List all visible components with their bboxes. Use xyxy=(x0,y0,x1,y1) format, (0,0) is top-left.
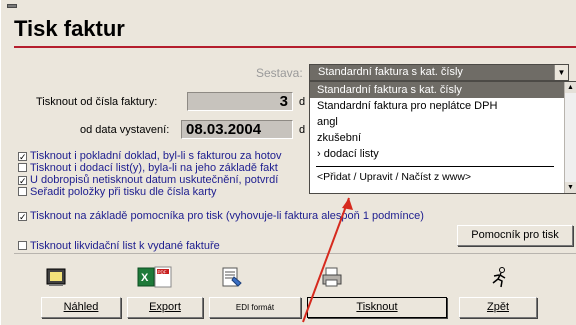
checkbox-icon[interactable] xyxy=(18,187,27,196)
svg-text:PDF: PDF xyxy=(158,270,167,275)
dropdown-separator xyxy=(316,166,554,167)
sestava-selected-value: Standardní faktura s kat. čísly xyxy=(318,66,463,78)
print-helper-button[interactable]: Pomocník pro tisk xyxy=(457,225,573,246)
checkbox-icon[interactable]: ✓ xyxy=(18,212,27,222)
issue-date-label: od data vystavení: xyxy=(80,124,170,136)
checkbox-icon[interactable] xyxy=(18,241,27,250)
exit-runner-icon xyxy=(492,267,506,288)
dropdown-scrollbar[interactable]: ▲ ▼ xyxy=(564,82,576,193)
dropdown-option[interactable]: › dodací listy xyxy=(310,146,564,162)
svg-text:X: X xyxy=(141,272,149,284)
invoice-from-label: Tisknout od čísla faktury: xyxy=(36,96,158,108)
invoice-from-suffix: d xyxy=(299,96,306,108)
title-rule xyxy=(14,46,576,48)
dropdown-option[interactable]: Standardní faktura s kat. čísly xyxy=(310,82,564,98)
checkbox-icon[interactable]: ✓ xyxy=(18,152,27,162)
system-menu-icon[interactable] xyxy=(7,4,17,8)
dropdown-option[interactable]: angl xyxy=(310,114,564,130)
dropdown-arrow-icon[interactable]: ▼ xyxy=(554,65,568,80)
checkbox-delivery-notes[interactable]: Tisknout i dodací list(y), byla-li na je… xyxy=(18,162,278,174)
export-icon: X PDF xyxy=(137,266,172,288)
checkbox-liquidation-sheet[interactable]: Tisknout likvidační list k vydané faktuř… xyxy=(18,240,220,252)
issue-date-suffix: d xyxy=(299,124,306,136)
checkbox-icon[interactable] xyxy=(18,163,27,172)
checkbox-sort-items[interactable]: Seřadit položky při tisku dle čísla kart… xyxy=(18,186,216,198)
preview-icon xyxy=(46,268,66,286)
sestava-select[interactable]: Standardní faktura s kat. čísly ▼ xyxy=(309,64,569,81)
annotation-arrow xyxy=(302,197,353,323)
back-button[interactable]: Zpět xyxy=(459,297,537,318)
checkbox-icon[interactable]: ✓ xyxy=(18,176,27,186)
dropdown-option[interactable]: zkušební xyxy=(310,130,564,146)
sestava-label: Sestava: xyxy=(256,66,303,80)
edi-icon xyxy=(222,267,242,287)
scroll-up-icon[interactable]: ▲ xyxy=(565,82,576,93)
dropdown-option-manage[interactable]: <Přidat / Upravit / Načíst z www> xyxy=(310,169,564,185)
preview-button[interactable]: Náhled xyxy=(41,297,121,318)
sestava-dropdown-list: Standardní faktura s kat. čísly Standard… xyxy=(309,81,576,194)
dropdown-option[interactable]: Standardní faktura pro neplátce DPH xyxy=(310,98,564,114)
print-invoices-window: Tisk faktur Sestava: Standardní faktura … xyxy=(0,0,576,325)
issue-date-field[interactable]: 08.03.2004 xyxy=(181,120,293,139)
checkbox-credit-note-date[interactable]: ✓ U dobropisů netisknout datum uskutečněn… xyxy=(18,174,278,186)
scroll-down-icon[interactable]: ▼ xyxy=(565,182,576,193)
invoice-from-field[interactable]: 3 xyxy=(187,92,293,111)
page-title: Tisk faktur xyxy=(14,16,125,41)
checkbox-cash-receipt[interactable]: ✓ Tisknout i pokladní doklad, byl-li s fa… xyxy=(18,150,282,162)
export-button[interactable]: Export xyxy=(127,297,203,318)
